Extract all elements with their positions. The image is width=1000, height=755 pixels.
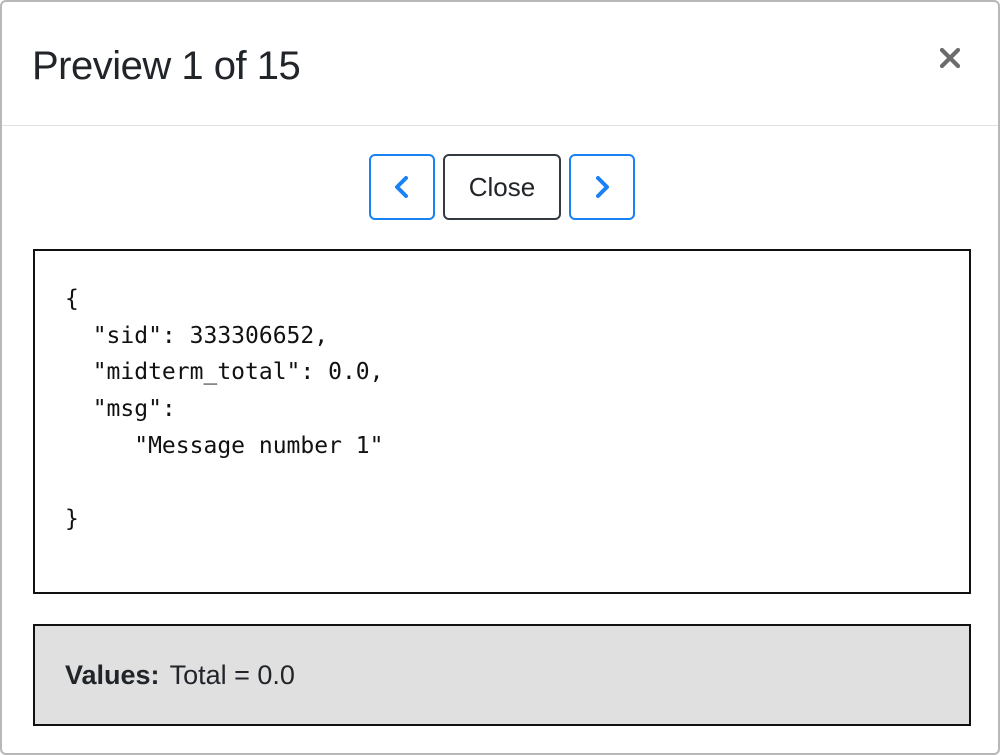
preview-navigation: Close — [2, 154, 998, 222]
modal-title: Preview 1 of 15 — [32, 44, 301, 88]
record-json-text: { "sid": 333306652, "midterm_total": 0.0… — [65, 286, 384, 533]
next-button[interactable] — [569, 154, 635, 220]
modal-close-button[interactable] — [930, 38, 970, 78]
previous-button[interactable] — [369, 154, 435, 220]
preview-modal: Preview 1 of 15 Close { "sid": 333306652… — [0, 0, 1000, 755]
times-icon — [939, 47, 961, 69]
modal-header: Preview 1 of 15 — [2, 2, 998, 126]
values-text: Total = 0.0 — [169, 659, 295, 690]
close-button[interactable]: Close — [443, 154, 561, 220]
chevron-left-icon — [395, 176, 408, 198]
values-panel: Values: Total = 0.0 — [33, 624, 971, 726]
values-label: Values: — [65, 659, 160, 690]
chevron-right-icon — [596, 176, 609, 198]
record-json-panel: { "sid": 333306652, "midterm_total": 0.0… — [33, 249, 971, 594]
